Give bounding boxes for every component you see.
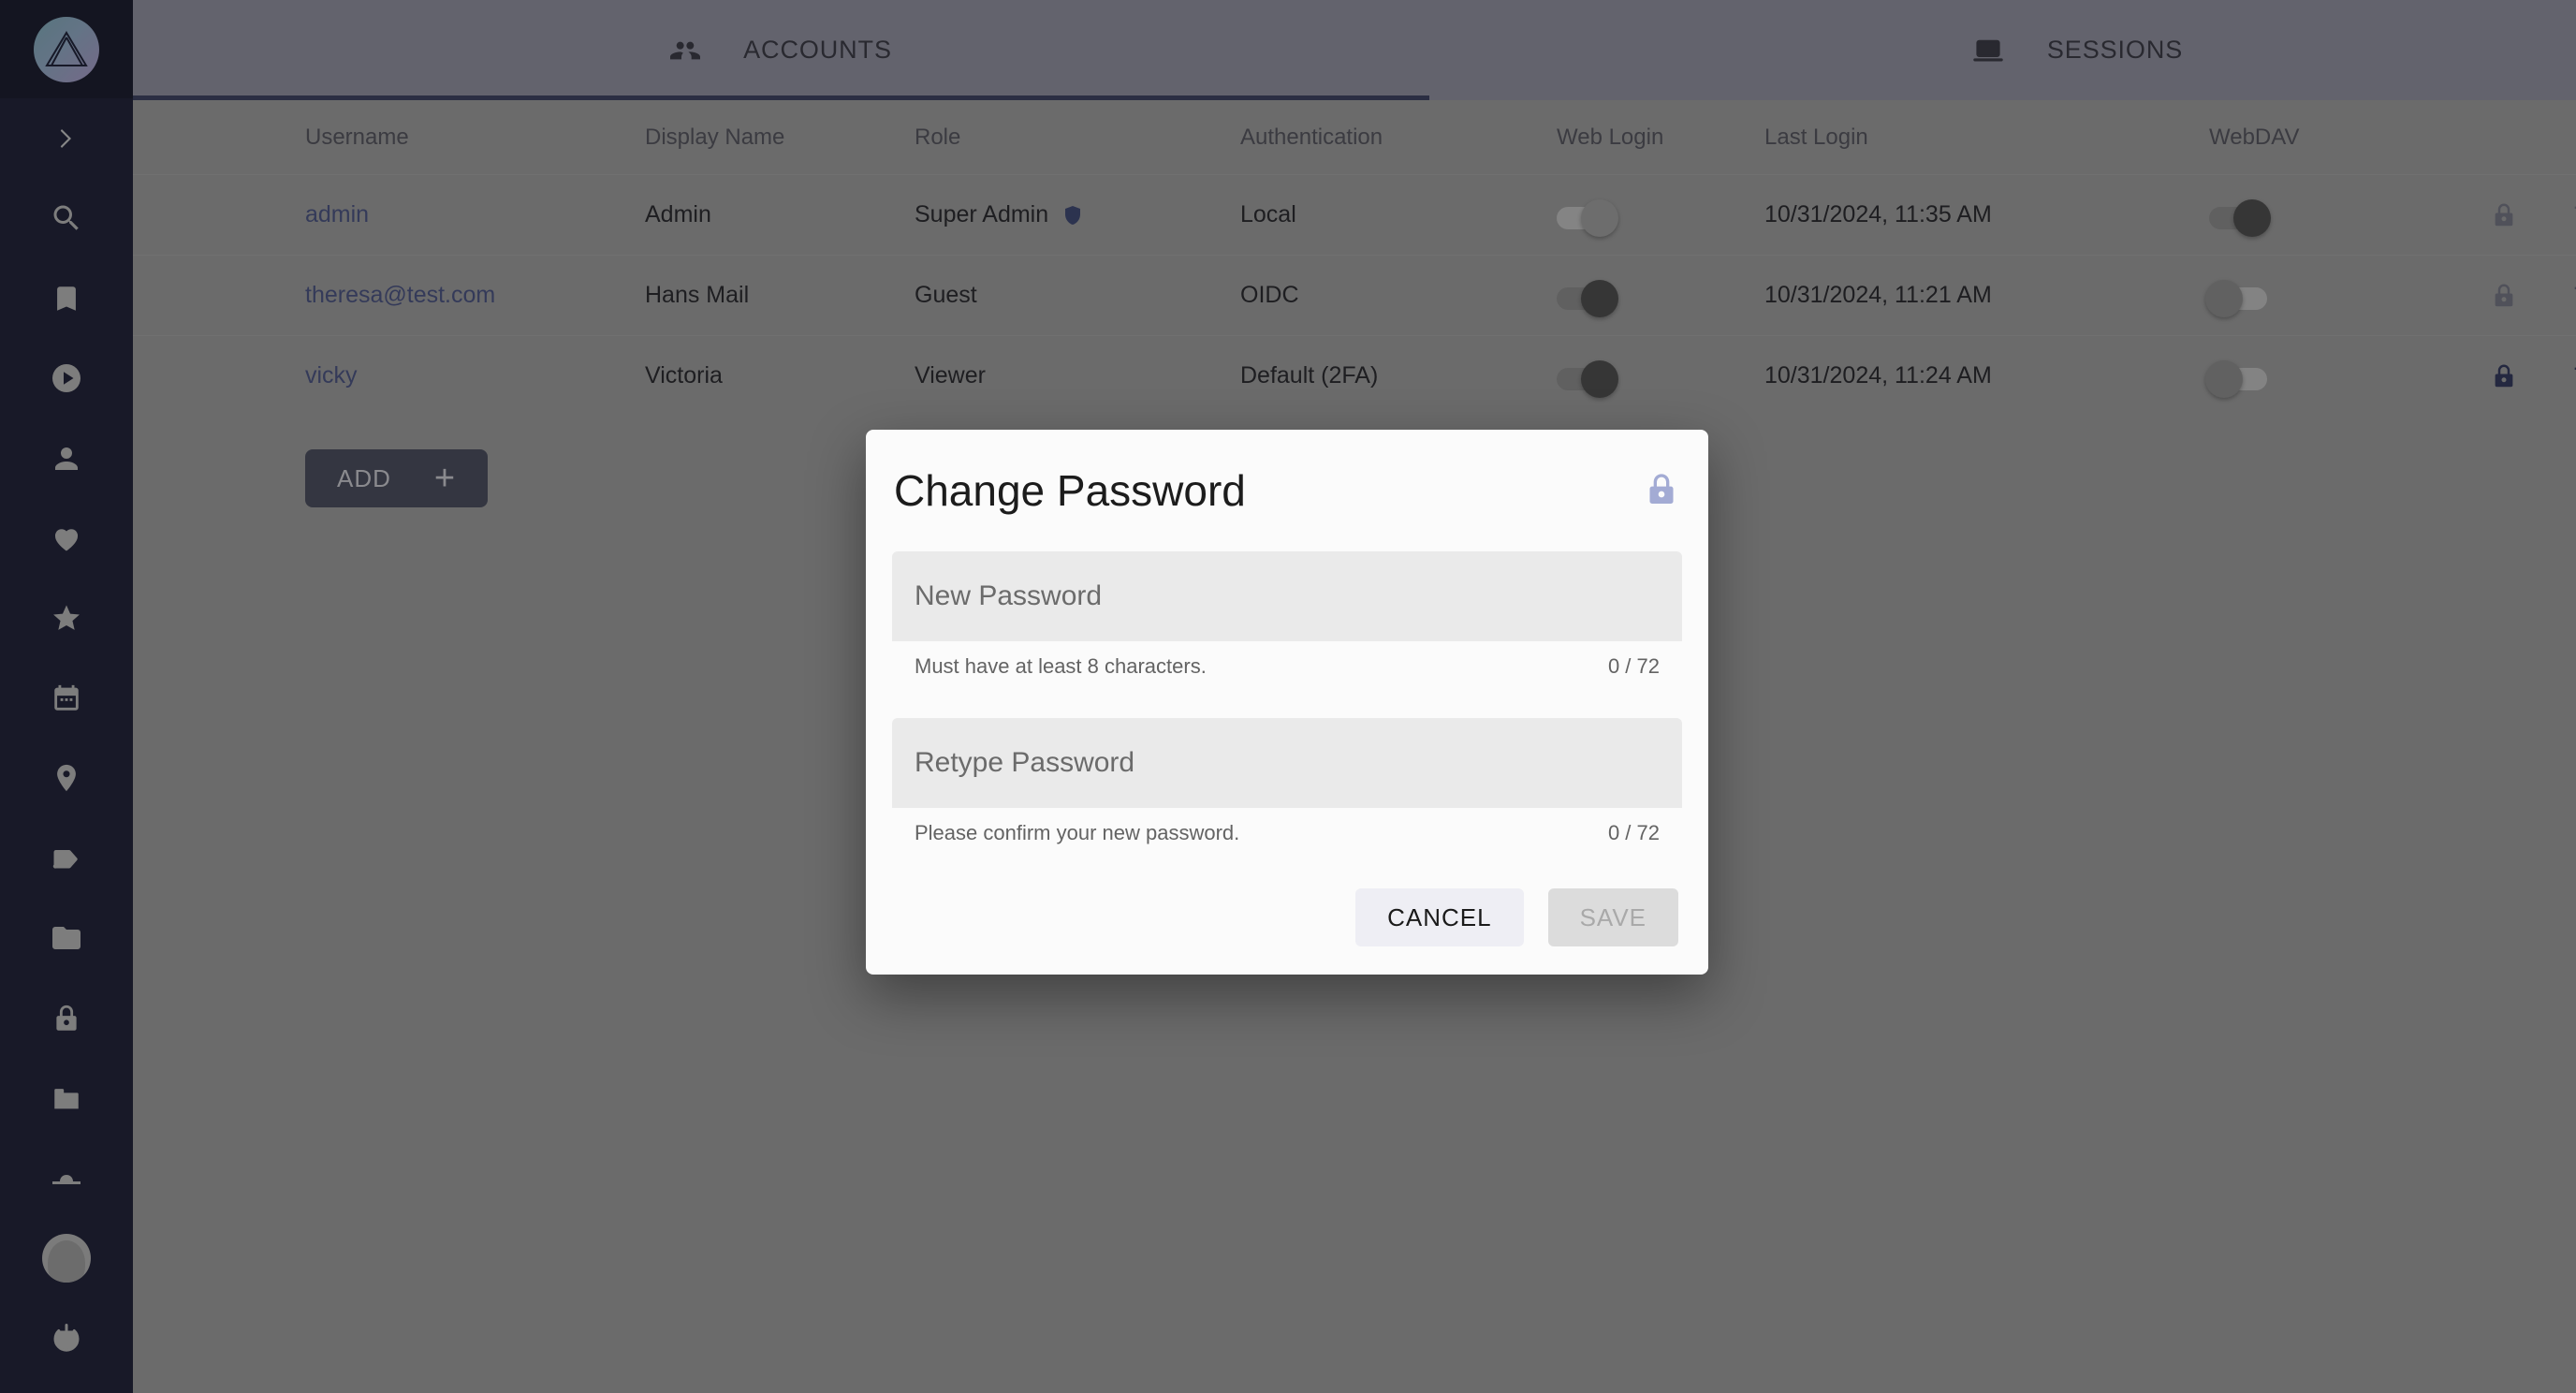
new-password-helper: Must have at least 8 characters. bbox=[915, 654, 1207, 678]
retype-password-input[interactable]: Retype Password bbox=[892, 718, 1682, 808]
new-password-counter: 0 / 72 bbox=[1607, 654, 1660, 678]
new-password-field-block: New Password Must have at least 8 charac… bbox=[892, 551, 1682, 679]
cancel-button[interactable]: CANCEL bbox=[1355, 888, 1524, 946]
save-button: SAVE bbox=[1547, 888, 1678, 946]
retype-password-helper: Please confirm your new password. bbox=[915, 821, 1240, 844]
new-password-input[interactable]: New Password bbox=[892, 551, 1682, 641]
lock-icon bbox=[1643, 469, 1680, 510]
retype-password-counter: 0 / 72 bbox=[1607, 821, 1660, 844]
retype-password-field-block: Retype Password Please confirm your new … bbox=[892, 718, 1682, 845]
dialog-title: Change Password bbox=[894, 466, 1246, 515]
new-password-footer: Must have at least 8 characters. 0 / 72 bbox=[892, 641, 1682, 679]
change-password-dialog: Change Password New Password Must have a… bbox=[866, 430, 1708, 975]
dialog-header: Change Password bbox=[892, 469, 1682, 512]
dialog-actions: CANCEL SAVE bbox=[892, 845, 1682, 952]
app-root: ACCOUNTS SESSIONS Username Display Name … bbox=[0, 0, 2576, 1393]
retype-password-footer: Please confirm your new password. 0 / 72 bbox=[892, 808, 1682, 845]
